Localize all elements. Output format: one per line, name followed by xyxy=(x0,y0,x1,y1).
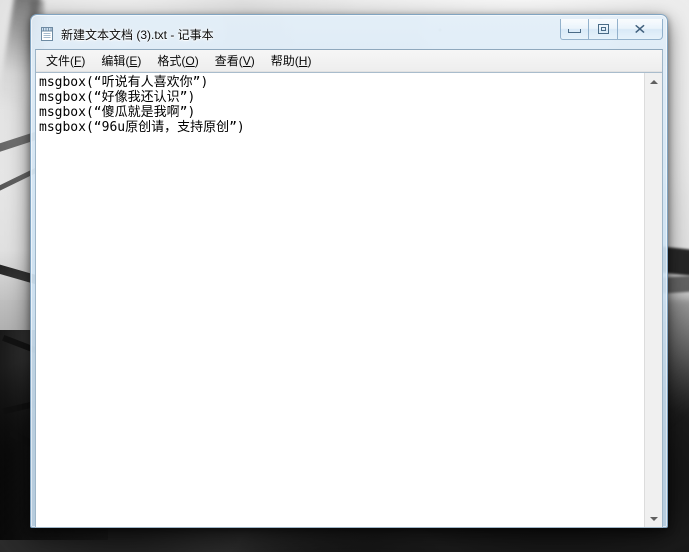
menu-item-file[interactable]: 文件(F) xyxy=(38,50,93,72)
scroll-down-arrow-icon xyxy=(649,516,658,521)
menu-item-format[interactable]: 格式(O) xyxy=(149,50,206,72)
edit-region: msgbox(“听说有人喜欢你”) msgbox(“好像我还认识”) msgbo… xyxy=(36,72,662,527)
menu-item-edit[interactable]: 编辑(E) xyxy=(93,50,149,72)
menu-item-view[interactable]: 查看(V) xyxy=(207,50,263,72)
notepad-icon xyxy=(39,26,55,42)
scroll-up-button[interactable] xyxy=(645,73,662,90)
client-area: 文件(F) 编辑(E) 格式(O) 查看(V) 帮助(H) msgbox(“听说… xyxy=(35,49,663,528)
scroll-up-arrow-icon xyxy=(649,79,658,84)
text-line: msgbox(“傻瓜就是我啊”) xyxy=(39,105,196,120)
vertical-scrollbar[interactable] xyxy=(644,73,662,527)
text-line: msgbox(“听说有人喜欢你”) xyxy=(39,75,209,90)
text-editor[interactable]: msgbox(“听说有人喜欢你”) msgbox(“好像我还认识”) msgbo… xyxy=(36,73,644,527)
scroll-down-button[interactable] xyxy=(645,510,662,527)
close-button[interactable]: ✕ xyxy=(618,19,663,40)
menu-item-help[interactable]: 帮助(H) xyxy=(263,50,320,72)
minimize-button[interactable] xyxy=(560,19,589,40)
window-controls: ✕ xyxy=(560,19,663,40)
title-bar[interactable]: 新建文本文档 (3).txt - 记事本 ✕ xyxy=(35,19,663,49)
maximize-restore-button[interactable] xyxy=(589,19,618,40)
text-line: msgbox(“好像我还认识”) xyxy=(39,90,196,105)
close-icon: ✕ xyxy=(633,21,647,37)
notepad-window[interactable]: 新建文本文档 (3).txt - 记事本 ✕ 文件(F) 编辑(E) 格式(O)… xyxy=(30,14,668,528)
scrollbar-track[interactable] xyxy=(645,90,662,510)
minimize-icon xyxy=(568,29,581,33)
menu-bar: 文件(F) 编辑(E) 格式(O) 查看(V) 帮助(H) xyxy=(36,50,662,72)
window-title: 新建文本文档 (3).txt - 记事本 xyxy=(61,27,214,42)
text-line: msgbox(“96u原创请，支持原创”) xyxy=(39,120,245,135)
restore-icon xyxy=(597,24,609,34)
